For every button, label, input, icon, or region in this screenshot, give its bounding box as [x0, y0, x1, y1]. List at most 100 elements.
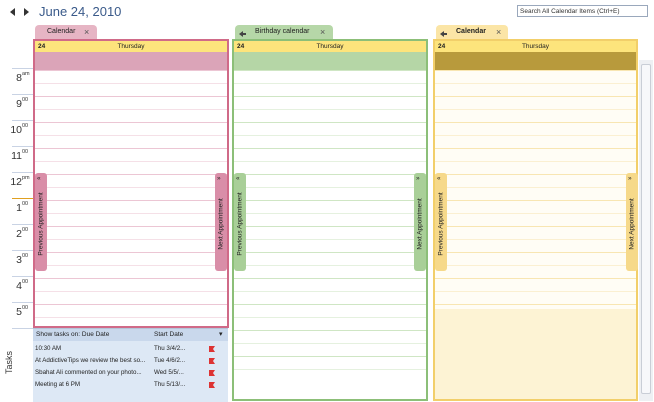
- hour-line: [35, 174, 227, 175]
- tab-calendar[interactable]: Calendar ×: [35, 25, 97, 39]
- hour-line: [234, 252, 426, 253]
- tab-birthday-calendar[interactable]: Birthday calendar ×: [235, 25, 333, 39]
- task-row[interactable]: At AddictiveTips we review the best so..…: [35, 355, 225, 366]
- search-input[interactable]: Search All Calendar Items (Ctrl+E): [517, 5, 648, 17]
- hour-line: [234, 70, 426, 71]
- task-pane: Show tasks on: Due Date Start Date ▾ 10:…: [33, 328, 228, 402]
- top-bar: June 24, 2010 Search All Calendar Items …: [0, 0, 654, 24]
- half-hour-line: [234, 83, 426, 84]
- half-hour-line: [435, 109, 636, 110]
- hour-line: [435, 226, 636, 227]
- hour-line: [35, 226, 227, 227]
- chevron-down-icon[interactable]: ▾: [219, 329, 223, 341]
- next-appointment-button[interactable]: » Next Appointment: [215, 173, 227, 271]
- forward-arrow-icon[interactable]: [22, 7, 30, 17]
- hour-line: [234, 96, 426, 97]
- hour-line: [234, 278, 426, 279]
- hour-line: [435, 278, 636, 279]
- hour-line: [234, 330, 426, 331]
- half-hour-line: [35, 317, 227, 318]
- half-hour-line: [35, 213, 227, 214]
- next-appointment-button[interactable]: » Next Appointment: [414, 173, 426, 271]
- tab-label: Birthday calendar: [255, 28, 310, 35]
- vertical-scrollbar[interactable]: [639, 60, 653, 401]
- half-hour-line: [435, 291, 636, 292]
- all-day-area[interactable]: [234, 52, 426, 70]
- after-hours-area[interactable]: [435, 309, 636, 399]
- show-tasks-label: Show tasks on: Due Date: [36, 331, 110, 338]
- close-icon[interactable]: ×: [84, 25, 89, 39]
- half-hour-line: [234, 343, 426, 344]
- hour-line: [435, 174, 636, 175]
- hour-line: [234, 174, 426, 175]
- start-date-header[interactable]: Start Date: [154, 329, 183, 341]
- hour-line: [435, 252, 636, 253]
- hour-line: [435, 148, 636, 149]
- half-hour-line: [35, 83, 227, 84]
- hour-line: [35, 122, 227, 123]
- previous-appointment-button[interactable]: « Previous Appointment: [234, 173, 246, 271]
- half-hour-line: [35, 135, 227, 136]
- half-hour-line: [435, 187, 636, 188]
- half-hour-line: [35, 291, 227, 292]
- time-gutter: 8 am 9 00 10 00 11 00 12 pm 1 00 2 00 3 00 4 00 5…: [0, 24, 33, 401]
- calendar-column-3: 24 Thursday « Previous Appointment » Nex…: [433, 39, 638, 401]
- hour-line: [435, 304, 636, 305]
- hour-line: [35, 96, 227, 97]
- hour-line: [35, 252, 227, 253]
- calendar-column-2: 24 Thursday « Previous Appointment » Nex…: [232, 39, 428, 401]
- scrollbar-thumb[interactable]: [641, 64, 651, 394]
- previous-appointment-button[interactable]: « Previous Appointment: [35, 173, 47, 271]
- hour-line: [234, 148, 426, 149]
- hour-line: [234, 122, 426, 123]
- hour-line: [234, 356, 426, 357]
- half-hour-line: [234, 187, 426, 188]
- hour-line: [35, 278, 227, 279]
- half-hour-line: [234, 369, 426, 370]
- previous-appointment-button[interactable]: « Previous Appointment: [435, 173, 447, 271]
- next-appointment-button[interactable]: » Next Appointment: [626, 173, 638, 271]
- half-hour-line: [435, 265, 636, 266]
- date-title: June 24, 2010: [39, 4, 122, 19]
- task-header: Show tasks on: Due Date Start Date ▾: [33, 329, 228, 341]
- gutter-line: [12, 250, 33, 251]
- hour-line: [234, 304, 426, 305]
- half-hour-line: [435, 213, 636, 214]
- back-arrow-icon[interactable]: [9, 7, 17, 17]
- task-row[interactable]: Meeting at 6 PM Thu 5/13/...: [35, 379, 225, 390]
- flag-icon[interactable]: [208, 381, 216, 393]
- hour-line: [234, 226, 426, 227]
- half-hour-line: [435, 83, 636, 84]
- close-icon[interactable]: ×: [320, 25, 325, 39]
- task-row[interactable]: 10:30 AM Thu 3/4/2...: [35, 343, 225, 354]
- gutter-line: [12, 328, 33, 329]
- hour-line: [35, 200, 227, 201]
- all-day-area[interactable]: [435, 52, 636, 70]
- day-header: 24 Thursday: [234, 41, 426, 52]
- tab-calendar-2[interactable]: Calendar ×: [436, 25, 508, 39]
- gutter-line-current: [12, 198, 33, 199]
- gutter-line: [12, 302, 33, 303]
- hour-line: [35, 148, 227, 149]
- half-hour-line: [435, 239, 636, 240]
- gutter-line: [12, 276, 33, 277]
- half-hour-line: [234, 161, 426, 162]
- gutter-line: [12, 94, 33, 95]
- hour-line: [35, 70, 227, 71]
- gutter-line: [12, 68, 33, 69]
- hour-line: [35, 304, 227, 305]
- half-hour-line: [234, 317, 426, 318]
- half-hour-line: [435, 161, 636, 162]
- calendar-column-1: 24 Thursday « Previous Appointment » Nex…: [33, 39, 229, 328]
- half-hour-line: [435, 135, 636, 136]
- half-hour-line: [234, 213, 426, 214]
- hour-line: [435, 96, 636, 97]
- all-day-area[interactable]: [35, 52, 227, 70]
- half-hour-line: [234, 265, 426, 266]
- gutter-line: [12, 172, 33, 173]
- close-icon[interactable]: ×: [496, 25, 501, 39]
- half-hour-line: [35, 109, 227, 110]
- task-row[interactable]: Sbahat Ali commented on your photo... Wed…: [35, 367, 225, 378]
- tasks-label: Tasks: [4, 350, 14, 374]
- tab-label: Calendar: [456, 28, 486, 35]
